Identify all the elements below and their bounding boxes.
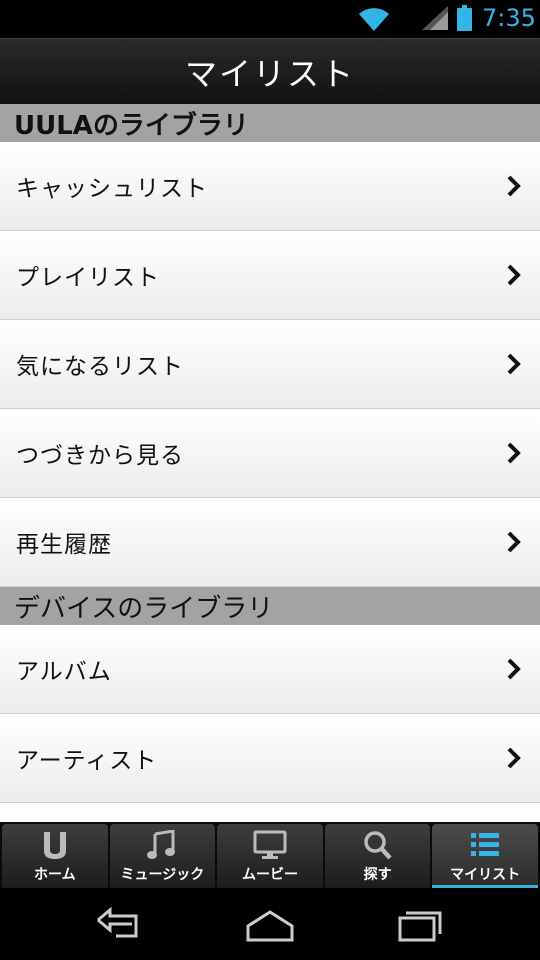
- list-item-partial[interactable]: [0, 803, 540, 822]
- list-item-label: つづきから見る: [16, 443, 184, 469]
- section-title: デバイスのライブラリ: [14, 593, 274, 624]
- monitor-icon: [253, 830, 287, 859]
- chevron-right-icon: [507, 264, 521, 286]
- list-item-label: 気になるリスト: [16, 354, 184, 380]
- list-item-label: アルバム: [16, 659, 112, 685]
- tab-music[interactable]: ミュージック: [109, 824, 216, 888]
- uula-logo-icon: [43, 832, 66, 859]
- chevron-right-icon: [507, 353, 521, 375]
- chevron-right-icon: [507, 747, 521, 769]
- list-item-artists[interactable]: アーティスト: [0, 714, 540, 803]
- list-item-label: 再生履歴: [16, 532, 112, 558]
- home-icon[interactable]: [242, 906, 298, 942]
- list-item-continue-watching[interactable]: つづきから見る: [0, 409, 540, 498]
- chevron-right-icon: [507, 175, 521, 197]
- list-item-label: アーティスト: [16, 748, 158, 774]
- page-title: マイリスト: [184, 54, 355, 93]
- tab-label: ホーム: [34, 867, 76, 883]
- section-header-uula-library: UULAのライブラリ: [0, 104, 540, 142]
- list-item-albums[interactable]: アルバム: [0, 625, 540, 714]
- section-header-device-library: デバイスのライブラリ: [0, 587, 540, 625]
- signal-icon: [422, 6, 448, 30]
- tab-label: ミュージック: [120, 867, 205, 883]
- search-icon: [363, 831, 392, 860]
- music-note-icon: [147, 830, 176, 859]
- tab-search[interactable]: 探す: [324, 824, 431, 888]
- mylist-content[interactable]: UULAのライブラリ キャッシュリスト プレイリスト 気になるリスト つづきから…: [0, 104, 540, 822]
- tab-label: ムービー: [241, 867, 298, 883]
- list-item-playlist[interactable]: プレイリスト: [0, 231, 540, 320]
- wifi-icon: [359, 8, 389, 32]
- section-title: UULAのライブラリ: [14, 110, 249, 141]
- list-item-label: キャッシュリスト: [16, 176, 208, 202]
- tab-movie[interactable]: ムービー: [217, 824, 323, 888]
- tab-home[interactable]: ホーム: [2, 824, 108, 888]
- bottom-tab-bar: ホーム ミュージック ムービー 探す マイリスト: [0, 822, 540, 888]
- chevron-right-icon: [507, 531, 521, 553]
- list-item-label: プレイリスト: [16, 265, 160, 291]
- list-item-cache-list[interactable]: キャッシュリスト: [0, 142, 540, 231]
- battery-icon: [457, 5, 472, 31]
- tab-mylist[interactable]: マイリスト: [432, 824, 538, 888]
- system-nav-bar: [0, 888, 540, 960]
- chevron-right-icon: [507, 442, 521, 464]
- status-bar: 7:35: [0, 0, 540, 38]
- back-icon[interactable]: [92, 906, 148, 942]
- list-icon: [471, 833, 500, 856]
- tab-label: マイリスト: [450, 867, 521, 883]
- chevron-right-icon: [507, 658, 521, 680]
- action-bar: マイリスト: [0, 38, 540, 104]
- list-item-watchlist[interactable]: 気になるリスト: [0, 320, 540, 409]
- tab-label: 探す: [363, 867, 392, 883]
- list-item-play-history[interactable]: 再生履歴: [0, 498, 540, 587]
- recent-apps-icon[interactable]: [392, 906, 448, 942]
- clock: 7:35: [482, 4, 536, 32]
